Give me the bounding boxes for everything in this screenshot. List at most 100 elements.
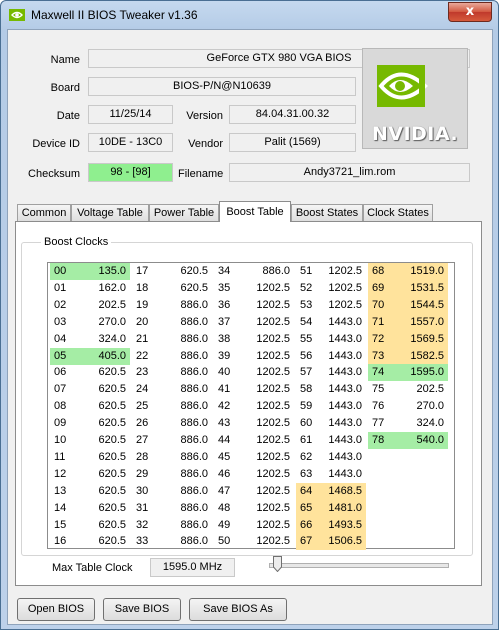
boost-clock-value-cell[interactable]: 1557.0 xyxy=(398,313,448,331)
boost-clock-value-cell[interactable]: 1202.5 xyxy=(244,364,294,381)
boost-clock-value-cell[interactable]: 1443.0 xyxy=(326,449,366,466)
boost-clock-value-cell[interactable]: 1202.5 xyxy=(326,280,366,297)
boost-clock-value-cell[interactable]: 1595.0 xyxy=(398,364,448,382)
boost-clock-value-cell[interactable]: 1202.5 xyxy=(244,381,294,398)
tab-voltage-table[interactable]: Voltage Table xyxy=(71,204,149,221)
boost-clock-value-cell[interactable]: 1481.0 xyxy=(326,499,366,517)
boost-clock-value-cell[interactable]: 886.0 xyxy=(162,398,212,415)
tab-power-table[interactable]: Power Table xyxy=(149,204,219,221)
boost-clock-value-cell[interactable]: 620.5 xyxy=(80,500,130,517)
boost-clock-value-cell[interactable]: 620.5 xyxy=(162,280,212,297)
boost-clock-value-cell[interactable]: 886.0 xyxy=(162,466,212,483)
boost-clock-value-cell[interactable]: 1443.0 xyxy=(326,381,366,398)
boost-clock-value-cell[interactable]: 1202.5 xyxy=(244,398,294,415)
boost-clock-value-cell[interactable]: 1443.0 xyxy=(326,398,366,415)
boost-clock-value-cell[interactable]: 202.5 xyxy=(398,381,448,398)
boost-clock-value-cell[interactable]: 620.5 xyxy=(80,432,130,449)
boost-clock-value-cell[interactable]: 324.0 xyxy=(80,331,130,348)
boost-clock-value-cell[interactable]: 620.5 xyxy=(80,533,130,550)
boost-clock-value-cell[interactable]: 540.0 xyxy=(398,432,448,449)
boost-clock-value-cell[interactable]: 270.0 xyxy=(398,398,448,415)
boost-clock-value-cell[interactable]: 1443.0 xyxy=(326,466,366,483)
boost-clock-value-cell[interactable]: 886.0 xyxy=(162,381,212,398)
boost-clock-value-cell[interactable]: 620.5 xyxy=(162,263,212,280)
boost-clock-value-cell[interactable]: 886.0 xyxy=(162,364,212,381)
boost-index-cell: 64 xyxy=(296,482,326,500)
boost-clock-value-cell[interactable]: 886.0 xyxy=(162,449,212,466)
boost-clock-value-cell[interactable]: 1202.5 xyxy=(326,297,366,314)
boost-clock-value-cell[interactable]: 1531.5 xyxy=(398,279,448,297)
boost-clock-value-cell[interactable]: 162.0 xyxy=(80,280,130,297)
boost-clock-value-cell[interactable]: 202.5 xyxy=(80,297,130,314)
boost-clock-value-cell[interactable]: 620.5 xyxy=(80,381,130,398)
boost-index-cell: 14 xyxy=(54,501,67,514)
boost-clock-value-cell[interactable]: 1202.5 xyxy=(244,449,294,466)
boost-clock-value-cell[interactable]: 620.5 xyxy=(80,415,130,432)
boost-index-cell: 19 xyxy=(136,298,149,311)
tab-boost-states[interactable]: Boost States xyxy=(291,204,363,221)
boost-clock-value-cell[interactable]: 1443.0 xyxy=(326,415,366,432)
board-field: BIOS-P/N@N10639 xyxy=(88,77,356,96)
boost-clock-value-cell[interactable]: 1202.5 xyxy=(244,466,294,483)
boost-clock-value-cell[interactable]: 1202.5 xyxy=(244,415,294,432)
tab-clock-states[interactable]: Clock States xyxy=(363,204,433,221)
boost-clock-value-cell[interactable]: 1519.0 xyxy=(398,263,448,280)
boost-clock-value-cell[interactable]: 135.0 xyxy=(80,263,130,280)
boost-clock-value-cell[interactable]: 886.0 xyxy=(162,483,212,500)
boost-clock-value-cell[interactable]: 1443.0 xyxy=(326,331,366,348)
boost-clock-value-cell[interactable]: 324.0 xyxy=(398,415,448,432)
boost-clock-value-cell[interactable]: 1202.5 xyxy=(244,348,294,365)
close-button[interactable]: x xyxy=(448,2,492,22)
boost-clock-value-cell[interactable]: 1443.0 xyxy=(326,348,366,365)
boost-clock-value-cell[interactable]: 1202.5 xyxy=(244,517,294,534)
boost-clock-value-cell[interactable]: 620.5 xyxy=(80,364,130,381)
boost-clock-value-cell[interactable]: 620.5 xyxy=(80,517,130,534)
boost-index-cell: 16 xyxy=(54,535,67,548)
boost-clock-value-cell[interactable]: 1202.5 xyxy=(244,314,294,331)
boost-clock-value-cell[interactable]: 886.0 xyxy=(162,432,212,449)
boost-clock-value-cell[interactable]: 1202.5 xyxy=(326,263,366,280)
boost-clock-value-cell[interactable]: 1202.5 xyxy=(244,500,294,517)
boost-clock-value-cell[interactable]: 886.0 xyxy=(162,517,212,534)
boost-clock-value-cell[interactable]: 886.0 xyxy=(162,348,212,365)
boost-index-cell: 12 xyxy=(54,467,67,480)
boost-clock-value-cell[interactable]: 620.5 xyxy=(80,483,130,500)
boost-clock-value-cell[interactable]: 405.0 xyxy=(80,347,130,365)
boost-clock-value-cell[interactable]: 1202.5 xyxy=(244,533,294,550)
save-bios-as-button[interactable]: Save BIOS As xyxy=(189,598,287,621)
title-bar[interactable]: Maxwell II BIOS Tweaker v1.36 x xyxy=(1,1,498,29)
boost-clock-value-cell[interactable]: 1493.5 xyxy=(326,516,366,534)
boost-clock-value-cell[interactable]: 620.5 xyxy=(80,398,130,415)
boost-clock-grid[interactable]: 00 135.0 01 162.0 02 202.5 03 270.0 04 324.0 05 405… xyxy=(47,262,455,551)
slider-track[interactable] xyxy=(269,563,449,568)
boost-clock-value-cell[interactable]: 1506.5 xyxy=(326,533,366,551)
boost-clock-value-cell[interactable]: 886.0 xyxy=(162,500,212,517)
boost-index-cell: 38 xyxy=(218,332,231,345)
boost-clock-value-cell[interactable]: 1443.0 xyxy=(326,432,366,449)
boost-clock-value-cell[interactable]: 1202.5 xyxy=(244,432,294,449)
boost-clock-value-cell[interactable]: 620.5 xyxy=(80,466,130,483)
boost-clock-value-cell[interactable]: 886.0 xyxy=(162,415,212,432)
save-bios-button[interactable]: Save BIOS xyxy=(103,598,181,621)
boost-clock-value-cell[interactable]: 1582.5 xyxy=(398,347,448,365)
open-bios-button[interactable]: Open BIOS xyxy=(17,598,95,621)
boost-clock-value-cell[interactable]: 886.0 xyxy=(162,533,212,550)
boost-clock-value-cell[interactable]: 886.0 xyxy=(244,263,294,280)
tab-boost-table[interactable]: Boost Table xyxy=(219,201,291,222)
boost-clock-value-cell[interactable]: 620.5 xyxy=(80,449,130,466)
boost-clock-value-cell[interactable]: 886.0 xyxy=(162,297,212,314)
boost-clock-value-cell[interactable]: 886.0 xyxy=(162,314,212,331)
boost-clock-value-cell[interactable]: 1202.5 xyxy=(244,280,294,297)
boost-clock-value-cell[interactable]: 1544.5 xyxy=(398,296,448,314)
boost-clock-value-cell[interactable]: 1202.5 xyxy=(244,483,294,500)
boost-clock-value-cell[interactable]: 1443.0 xyxy=(326,314,366,331)
boost-clock-value-cell[interactable]: 1443.0 xyxy=(326,364,366,381)
boost-clock-value-cell[interactable]: 1569.5 xyxy=(398,330,448,348)
tab-common[interactable]: Common xyxy=(17,204,71,221)
slider-thumb[interactable] xyxy=(273,556,282,572)
boost-clock-value-cell[interactable]: 1202.5 xyxy=(244,297,294,314)
boost-clock-value-cell[interactable]: 1202.5 xyxy=(244,331,294,348)
boost-clock-value-cell[interactable]: 1468.5 xyxy=(326,482,366,500)
boost-clock-value-cell[interactable]: 270.0 xyxy=(80,314,130,331)
boost-clock-value-cell[interactable]: 886.0 xyxy=(162,331,212,348)
